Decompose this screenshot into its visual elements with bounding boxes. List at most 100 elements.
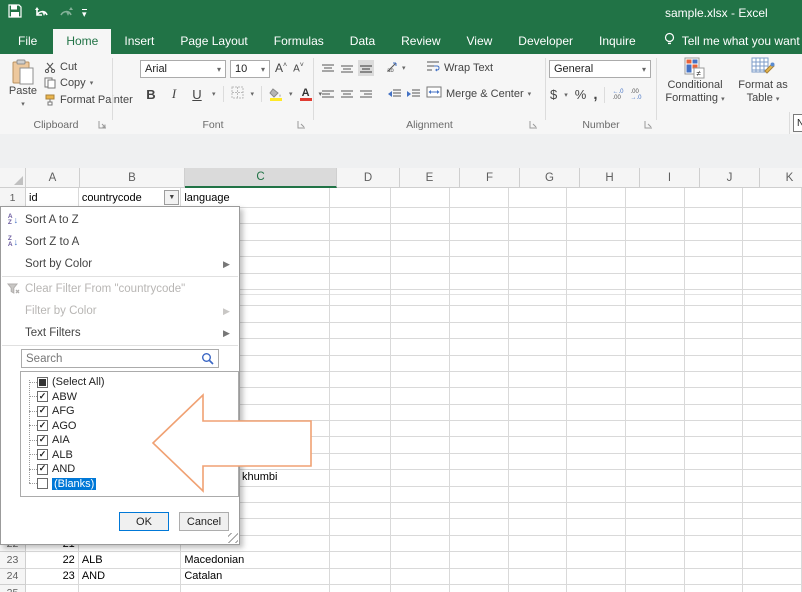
clipboard-dialog-launcher-icon[interactable]: [98, 120, 108, 130]
cell-F25[interactable]: [450, 585, 509, 592]
cell-K24[interactable]: [743, 569, 802, 585]
cell-J21[interactable]: [685, 519, 744, 535]
cell-H18[interactable]: [567, 470, 626, 486]
cell-D10[interactable]: [330, 339, 392, 355]
cell-F14[interactable]: [450, 405, 509, 421]
cell-I15[interactable]: [626, 421, 685, 437]
cell-J4[interactable]: [685, 241, 744, 257]
checkbox-afg-checked[interactable]: ✓: [37, 406, 48, 417]
align-bottom-icon[interactable]: [358, 60, 374, 76]
cell-G7[interactable]: [509, 290, 568, 306]
cell-E1[interactable]: [391, 188, 450, 208]
cell-H6[interactable]: [567, 274, 626, 290]
row-header-23[interactable]: 23: [0, 552, 26, 568]
cell-K4[interactable]: [743, 241, 802, 257]
cell-D8[interactable]: [330, 306, 392, 322]
cell-E24[interactable]: [391, 569, 450, 585]
cell-G3[interactable]: [509, 224, 568, 240]
cell-G15[interactable]: [509, 421, 568, 437]
cell-J2[interactable]: [685, 208, 744, 224]
cell-I14[interactable]: [626, 405, 685, 421]
cell-F16[interactable]: [450, 437, 509, 453]
cell-E21[interactable]: [391, 519, 450, 535]
checkbox-and-checked[interactable]: ✓: [37, 464, 48, 475]
cell-H14[interactable]: [567, 405, 626, 421]
cell-J8[interactable]: [685, 306, 744, 322]
cell-H17[interactable]: [567, 454, 626, 470]
column-header-K[interactable]: K: [760, 168, 802, 188]
conditional-formatting-button[interactable]: ≠ Conditional Formatting ▾: [660, 57, 730, 106]
cell-K21[interactable]: [743, 519, 802, 535]
cell-B24[interactable]: AND: [79, 569, 182, 585]
cell-G8[interactable]: [509, 306, 568, 322]
cell-H2[interactable]: [567, 208, 626, 224]
undo-dropdown-icon[interactable]: ▾: [42, 9, 46, 18]
cell-C25[interactable]: [181, 585, 329, 592]
cell-F5[interactable]: [450, 257, 509, 273]
column-header-D[interactable]: D: [337, 168, 400, 188]
cell-E4[interactable]: [391, 241, 450, 257]
cell-G20[interactable]: [509, 503, 568, 519]
cell-I11[interactable]: [626, 356, 685, 372]
cell-J9[interactable]: [685, 323, 744, 339]
column-header-C[interactable]: C: [185, 168, 337, 188]
checkbox-abw-checked[interactable]: ✓: [37, 391, 48, 402]
comma-format-icon[interactable]: ,: [593, 86, 597, 103]
cell-G16[interactable]: [509, 437, 568, 453]
cell-J24[interactable]: [685, 569, 744, 585]
font-size-combo[interactable]: 10▾: [230, 60, 270, 78]
decrease-decimal-icon[interactable]: .00 →.0: [631, 89, 642, 101]
align-left-icon[interactable]: [320, 86, 336, 102]
orientation-icon[interactable]: ab: [386, 61, 399, 76]
fill-color-icon[interactable]: [269, 88, 282, 101]
tab-view[interactable]: View: [454, 29, 506, 54]
cell-F20[interactable]: [450, 503, 509, 519]
cell-E2[interactable]: [391, 208, 450, 224]
cell-H8[interactable]: [567, 306, 626, 322]
cell-E12[interactable]: [391, 372, 450, 388]
cell-K10[interactable]: [743, 339, 802, 355]
cell-H21[interactable]: [567, 519, 626, 535]
bold-button[interactable]: B: [143, 86, 159, 102]
cell-A1[interactable]: id: [26, 188, 79, 208]
alignment-dialog-launcher-icon[interactable]: [529, 120, 539, 130]
cell-J13[interactable]: [685, 388, 744, 404]
cell-D1[interactable]: [330, 188, 392, 208]
cell-K8[interactable]: [743, 306, 802, 322]
cell-D13[interactable]: [330, 388, 392, 404]
cell-I10[interactable]: [626, 339, 685, 355]
cell-K5[interactable]: [743, 257, 802, 273]
cell-H1[interactable]: [567, 188, 626, 208]
cell-F9[interactable]: [450, 323, 509, 339]
cell-E17[interactable]: [391, 454, 450, 470]
cell-D7[interactable]: [330, 290, 392, 306]
paste-dropdown-icon[interactable]: ▾: [21, 98, 25, 111]
cell-G9[interactable]: [509, 323, 568, 339]
decrease-indent-icon[interactable]: [386, 86, 402, 102]
cell-E6[interactable]: [391, 274, 450, 290]
cell-D21[interactable]: [330, 519, 392, 535]
cell-I8[interactable]: [626, 306, 685, 322]
cell-E19[interactable]: [391, 487, 450, 503]
align-top-icon[interactable]: [320, 60, 336, 76]
search-icon[interactable]: [201, 352, 214, 365]
cancel-button[interactable]: Cancel: [179, 512, 229, 531]
cell-F2[interactable]: [450, 208, 509, 224]
cell-E13[interactable]: [391, 388, 450, 404]
checkbox-ago-checked[interactable]: ✓: [37, 420, 48, 431]
cell-I9[interactable]: [626, 323, 685, 339]
cell-J1[interactable]: [685, 188, 744, 208]
cell-E14[interactable]: [391, 405, 450, 421]
column-header-B[interactable]: B: [80, 168, 185, 188]
cell-G25[interactable]: [509, 585, 568, 592]
cell-D24[interactable]: [330, 569, 392, 585]
cell-J23[interactable]: [685, 552, 744, 568]
cell-I21[interactable]: [626, 519, 685, 535]
cell-F22[interactable]: [450, 536, 509, 552]
underline-dropdown-icon[interactable]: ▾: [212, 90, 216, 98]
cell-C23[interactable]: Macedonian: [181, 552, 329, 568]
cell-H25[interactable]: [567, 585, 626, 592]
checkbox-blanks-unchecked[interactable]: [37, 478, 48, 489]
cell-A24[interactable]: 23: [26, 569, 79, 585]
cell-K23[interactable]: [743, 552, 802, 568]
